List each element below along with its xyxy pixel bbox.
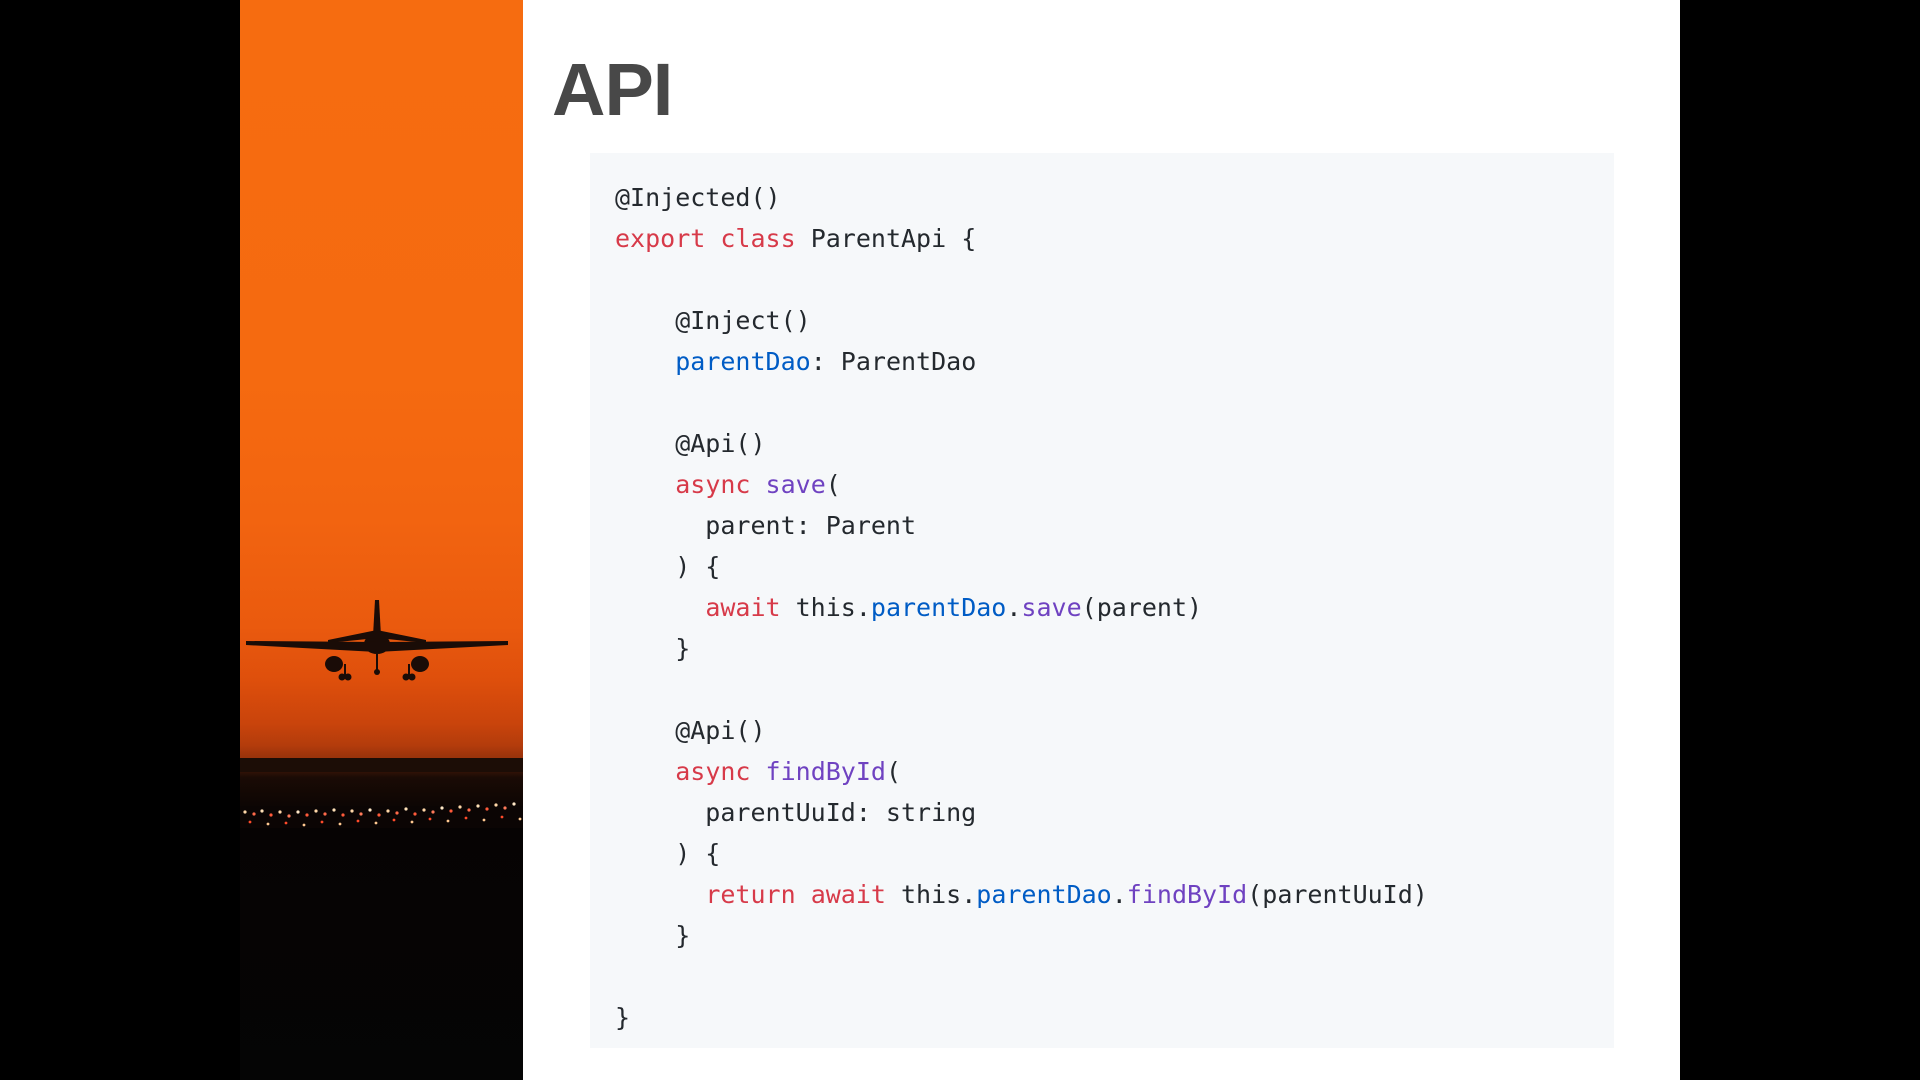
blank-code-line xyxy=(615,259,1614,300)
slide: API @Injected() export class ParentApi { … xyxy=(240,0,1680,1080)
code-text: this. xyxy=(780,593,871,622)
blank-code-line xyxy=(615,956,1614,997)
code-text: } xyxy=(615,921,691,950)
code-line: async findById( xyxy=(615,751,1614,792)
keyword: class xyxy=(720,224,796,253)
blank-code-line xyxy=(615,382,1614,423)
code-line: export class ParentApi { xyxy=(615,218,1614,259)
code-text: } xyxy=(615,634,691,663)
code-text: ) { xyxy=(615,839,721,868)
runway-lights xyxy=(240,802,523,828)
code-line: @Api() xyxy=(615,710,1614,751)
property: parentDao xyxy=(870,593,1007,622)
photo-artwork xyxy=(240,600,523,828)
code-text: parent: Parent xyxy=(615,511,917,540)
code-text: parentUuId: string xyxy=(615,798,977,827)
code-line: parent: Parent xyxy=(615,505,1614,546)
code-text: @Inject() xyxy=(615,306,811,335)
slide-title: API xyxy=(552,48,673,131)
code-text: this. xyxy=(885,880,977,909)
horizon-haze xyxy=(240,660,523,760)
blank-code-line xyxy=(615,669,1614,710)
code-text: : ParentDao xyxy=(810,347,977,376)
code-text: (parent) xyxy=(1081,593,1203,622)
property: parentDao xyxy=(675,347,811,376)
horizon-line xyxy=(240,758,523,772)
code-text: ( xyxy=(885,757,902,786)
code-line: parentUuId: string xyxy=(615,792,1614,833)
code-text: (parentUuId) xyxy=(1247,880,1428,909)
code-block: @Injected() export class ParentApi { @Inj… xyxy=(590,153,1614,1048)
code-line: } xyxy=(615,915,1614,956)
code-text: @Injected() xyxy=(615,183,781,212)
code-text: ) { xyxy=(615,552,721,581)
code-text: ( xyxy=(825,470,841,499)
code-text: . xyxy=(1111,880,1127,909)
code-line: return await this.parentDao.findById(par… xyxy=(615,874,1614,915)
function-name: save xyxy=(765,470,826,499)
code-text: . xyxy=(1006,593,1022,622)
property: parentDao xyxy=(976,880,1112,909)
code-line: parentDao: ParentDao xyxy=(615,341,1614,382)
function-name: findById xyxy=(1126,880,1248,909)
keyword: return xyxy=(705,880,796,909)
keyword: async xyxy=(675,470,751,499)
code-line: @Api() xyxy=(615,423,1614,464)
code-line: @Injected() xyxy=(615,177,1614,218)
keyword: await xyxy=(705,593,781,622)
code-text: ParentApi { xyxy=(795,224,977,253)
code-line: } xyxy=(615,997,1614,1038)
code-line: } xyxy=(615,628,1614,669)
keyword: async xyxy=(675,757,751,786)
function-name: save xyxy=(1021,593,1082,622)
code-text: } xyxy=(615,1003,631,1032)
keyword: await xyxy=(810,880,886,909)
keyword: export xyxy=(615,224,706,253)
presentation-stage: API @Injected() export class ParentApi { … xyxy=(0,0,1920,1080)
code-text: @Api() xyxy=(615,429,766,458)
code-text: @Api() xyxy=(615,716,766,745)
code-line: async save( xyxy=(615,464,1614,505)
code-line: @Inject() xyxy=(615,300,1614,341)
sunset-airplane-photo xyxy=(240,0,523,1080)
code-line: await this.parentDao.save(parent) xyxy=(615,587,1614,628)
function-name: findById xyxy=(765,757,886,786)
code-line: ) { xyxy=(615,546,1614,587)
code-line: ) { xyxy=(615,833,1614,874)
